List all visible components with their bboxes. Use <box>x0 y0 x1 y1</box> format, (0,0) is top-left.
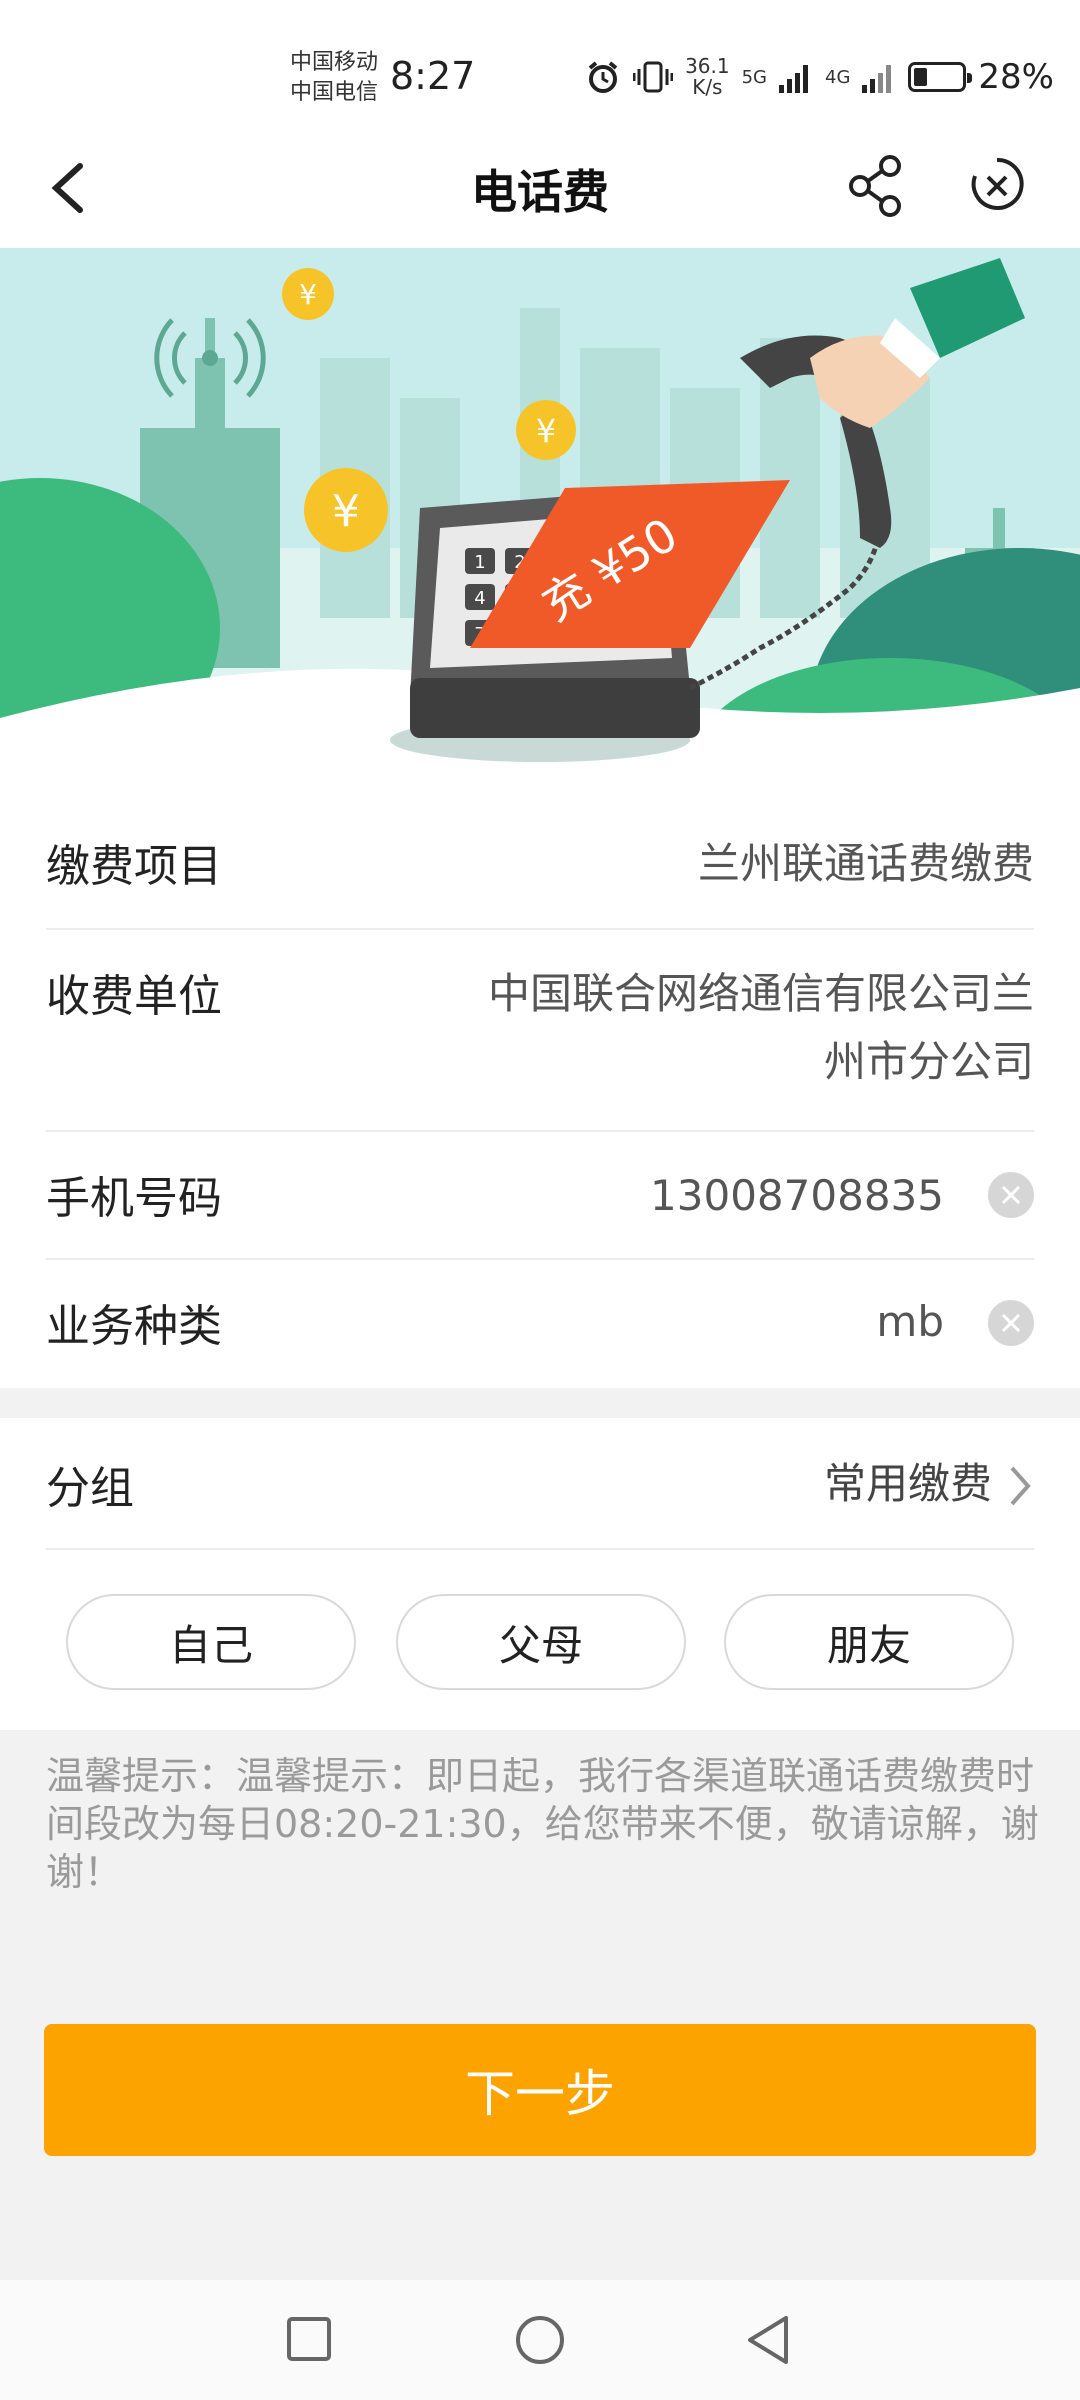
carrier-1: 中国移动 <box>290 50 379 75</box>
status-bar: 中国移动 中国电信 8:27 36.1 K/s 5G 4G 28% <box>0 0 1080 130</box>
share-icon <box>849 155 901 217</box>
battery-fill <box>914 68 928 86</box>
vibrate-icon <box>633 61 674 93</box>
close-button[interactable] <box>964 150 1030 220</box>
payee-value: 中国联合网络通信有限公司兰 州市分公司 <box>487 969 1034 1086</box>
system-nav-bar <box>0 2280 1080 2400</box>
clear-icon <box>1001 1313 1021 1333</box>
row-phone-number: 手机号码 13008708835 <box>46 1132 1034 1260</box>
svg-text:¥: ¥ <box>299 278 317 311</box>
status-indicators: 36.1 K/s 5G 4G 28% <box>585 56 1054 98</box>
service-type-input[interactable]: mb <box>876 1288 944 1356</box>
next-step-button[interactable]: 下一步 <box>44 2024 1036 2156</box>
payment-form: 缴费项目 兰州联通话费缴费 收费单位 中国联合网络通信有限公司兰 州市分公司 手… <box>0 800 1080 1388</box>
phone-number-label: 手机号码 <box>46 1173 222 1224</box>
battery-icon <box>908 62 973 92</box>
payment-item-value: 兰州联通话费缴费 <box>697 839 1034 888</box>
clear-service-button[interactable] <box>988 1300 1034 1346</box>
net-speed: 36.1 K/s <box>685 54 730 99</box>
group-value: 常用缴费 <box>823 1459 992 1508</box>
close-circle-icon <box>971 157 1024 210</box>
clear-phone-button[interactable] <box>988 1172 1034 1218</box>
row-payee: 收费单位 中国联合网络通信有限公司兰 州市分公司 <box>46 930 1034 1132</box>
recent-apps-icon[interactable] <box>286 2316 332 2362</box>
svg-text:¥: ¥ <box>536 412 556 450</box>
notice-text: 温馨提示：温馨提示：即日起，我行各渠道联通话费缴费时间段改为每日08:20-21… <box>46 1754 1039 1894</box>
row-payment-item: 缴费项目 兰州联通话费缴费 <box>46 800 1034 930</box>
battery-percent: 28% <box>978 57 1054 97</box>
phone-bill-illustration: ¥ ¥ ¥ 123456789 充 ¥50 <box>0 248 1080 800</box>
keypad-key-label: 1 <box>474 552 485 573</box>
group-section: 分组 常用缴费 自己 父母 朋友 <box>0 1418 1080 1730</box>
keypad-key-label: 4 <box>474 588 485 609</box>
carrier-2: 中国电信 <box>290 80 379 105</box>
title-bar: 电话费 <box>0 130 1080 248</box>
service-type-label: 业务种类 <box>46 1301 222 1352</box>
chevron-right-icon <box>1010 1466 1031 1506</box>
home-icon[interactable] <box>514 2314 566 2366</box>
group-label: 分组 <box>46 1463 134 1514</box>
group-option-self[interactable]: 自己 <box>66 1594 356 1690</box>
share-button[interactable] <box>846 150 910 220</box>
group-option-friends[interactable]: 朋友 <box>724 1594 1014 1690</box>
signal-5g-label: 5G <box>741 66 768 88</box>
row-service-type: 业务种类 mb <box>46 1260 1034 1388</box>
phone-number-input[interactable]: 13008708835 <box>650 1162 944 1230</box>
group-option-parents[interactable]: 父母 <box>396 1594 686 1690</box>
back-nav-icon[interactable] <box>744 2314 792 2366</box>
signal-bars-icon-2 <box>862 65 892 93</box>
svg-text:¥: ¥ <box>332 486 360 537</box>
signal-bars-icon <box>779 65 809 93</box>
alarm-icon <box>588 61 618 93</box>
row-group[interactable]: 分组 常用缴费 <box>46 1418 1034 1550</box>
promo-banner: ¥ ¥ ¥ 123456789 充 ¥50 <box>0 248 1080 800</box>
signal-4g-label: 4G <box>825 66 851 88</box>
page-title: 电话费 <box>471 165 609 219</box>
carrier-names: 中国移动 中国电信 <box>290 48 378 108</box>
clear-icon <box>1001 1185 1021 1205</box>
payee-label: 收费单位 <box>46 971 222 1022</box>
payment-item-label: 缴费项目 <box>46 841 222 892</box>
status-time: 8:27 <box>390 54 476 98</box>
